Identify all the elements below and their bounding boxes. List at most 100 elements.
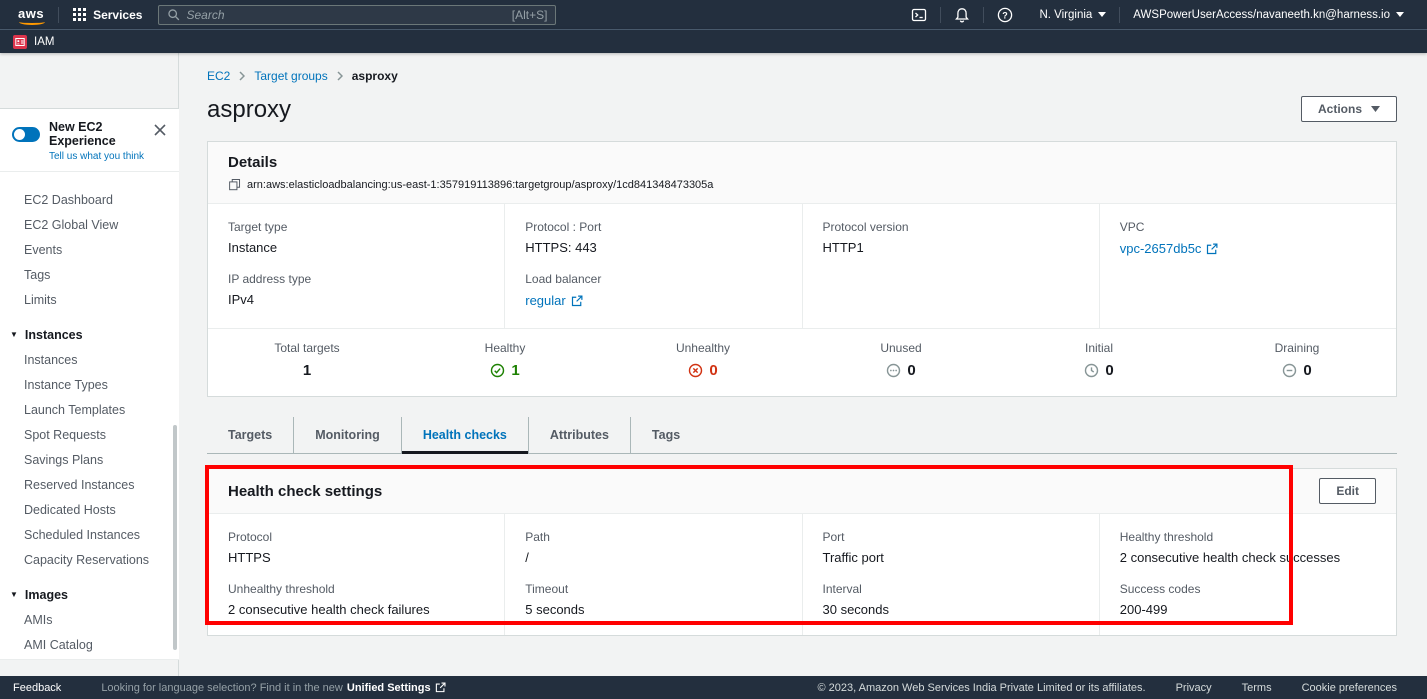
aws-logo[interactable]: aws <box>18 6 44 21</box>
new-experience-feedback-link[interactable]: Tell us what you think <box>49 151 167 162</box>
breadcrumb-target-groups[interactable]: Target groups <box>254 69 327 83</box>
account-label: AWSPowerUserAccess/navaneeth.kn@harness.… <box>1133 9 1390 21</box>
edit-button[interactable]: Edit <box>1319 478 1376 504</box>
notifications-bell-button[interactable] <box>941 0 983 29</box>
hc-unhealthy-threshold-value: 2 consecutive health check failures <box>228 602 484 617</box>
sidebar-item-amis[interactable]: AMIs <box>0 607 179 632</box>
initial-count: 0 <box>1105 362 1113 379</box>
details-title: Details <box>228 154 1376 171</box>
sidebar-item-tags[interactable]: Tags <box>0 262 179 287</box>
sidebar-item-reserved-instances[interactable]: Reserved Instances <box>0 472 179 497</box>
health-check-column: Path / Timeout 5 seconds <box>504 514 801 635</box>
details-grid: Target type Instance IP address type IPv… <box>208 204 1396 328</box>
unhealthy-count: 0 <box>709 362 717 379</box>
sidebar-section-instances[interactable]: ▼ Instances <box>0 323 179 347</box>
health-check-section: Health check settings Edit Protocol HTTP… <box>207 468 1397 636</box>
services-label: Services <box>93 8 142 22</box>
hc-protocol-value: HTTPS <box>228 550 484 565</box>
cookie-preferences-link[interactable]: Cookie preferences <box>1302 682 1397 694</box>
field-label: Healthy threshold <box>1120 530 1376 544</box>
hc-port-value: Traffic port <box>823 550 1079 565</box>
actions-button[interactable]: Actions <box>1301 96 1397 122</box>
triangle-down-icon: ▼ <box>10 331 18 339</box>
search-input[interactable]: Search [Alt+S] <box>158 5 556 25</box>
details-column: Target type Instance IP address type IPv… <box>208 204 504 328</box>
section-title: Images <box>25 588 68 602</box>
tab-tags[interactable]: Tags <box>630 417 701 453</box>
aws-smile-arc <box>19 19 45 25</box>
sidebar-nav-list: EC2 Dashboard EC2 Global View Events Tag… <box>0 172 179 660</box>
services-grid-icon <box>73 8 86 21</box>
sidebar-item-ec2-global-view[interactable]: EC2 Global View <box>0 212 179 237</box>
page-header: asproxy Actions <box>207 96 1397 124</box>
tab-health-checks[interactable]: Health checks <box>401 417 528 453</box>
account-menu[interactable]: AWSPowerUserAccess/navaneeth.kn@harness.… <box>1120 0 1417 29</box>
sidebar-panel: New EC2 Experience Tell us what you thin… <box>0 108 179 660</box>
stat-total-targets: Total targets 1 <box>208 341 406 379</box>
hc-path-value: / <box>525 550 781 565</box>
field-label: Timeout <box>525 582 781 596</box>
favorite-iam-link[interactable]: IAM <box>34 36 54 48</box>
load-balancer-link-text: regular <box>525 293 565 308</box>
feedback-link[interactable]: Feedback <box>13 682 61 694</box>
external-link-icon <box>571 295 583 307</box>
field-label: Unhealthy threshold <box>228 582 484 596</box>
hc-success-codes-value: 200-499 <box>1120 602 1376 617</box>
footer-bar: Feedback Looking for language selection?… <box>0 676 1427 699</box>
cloudshell-button[interactable] <box>898 0 940 29</box>
details-column: Protocol : Port HTTPS: 443 Load balancer… <box>504 204 801 328</box>
tab-targets[interactable]: Targets <box>207 417 293 453</box>
search-placeholder: Search <box>186 8 505 22</box>
stat-label: Healthy <box>485 341 526 355</box>
sidebar-item-capacity-reservations[interactable]: Capacity Reservations <box>0 547 179 572</box>
tab-monitoring[interactable]: Monitoring <box>293 417 401 453</box>
protocol-port-value: HTTPS: 443 <box>525 240 781 255</box>
ellipsis-circle-icon <box>886 363 901 378</box>
new-experience-banner: New EC2 Experience Tell us what you thin… <box>0 109 179 172</box>
sidebar-scrollbar[interactable] <box>173 425 177 650</box>
unified-settings-label: Unified Settings <box>347 682 431 694</box>
sidebar-item-spot-requests[interactable]: Spot Requests <box>0 422 179 447</box>
close-icon[interactable] <box>154 124 166 136</box>
sidebar-item-ami-catalog[interactable]: AMI Catalog <box>0 632 179 657</box>
terms-link[interactable]: Terms <box>1242 682 1272 694</box>
breadcrumb-ec2[interactable]: EC2 <box>207 69 230 83</box>
ip-address-type-value: IPv4 <box>228 292 484 307</box>
unified-settings-link[interactable]: Unified Settings <box>347 682 446 694</box>
new-experience-title: New EC2 Experience <box>49 120 167 148</box>
sidebar-item-instance-types[interactable]: Instance Types <box>0 372 179 397</box>
sidebar-item-launch-templates[interactable]: Launch Templates <box>0 397 179 422</box>
help-button[interactable]: ? <box>984 0 1026 29</box>
tab-attributes[interactable]: Attributes <box>528 417 630 453</box>
region-selector[interactable]: N. Virginia <box>1026 0 1119 29</box>
details-column: VPC vpc-2657db5c <box>1099 204 1396 328</box>
sidebar-item-ec2-dashboard[interactable]: EC2 Dashboard <box>0 187 179 212</box>
privacy-link[interactable]: Privacy <box>1176 682 1212 694</box>
new-experience-toggle[interactable] <box>12 127 40 142</box>
sidebar-item-savings-plans[interactable]: Savings Plans <box>0 447 179 472</box>
field-label: Path <box>525 530 781 544</box>
page-title: asproxy <box>207 96 291 124</box>
stat-value: 1 <box>303 362 311 379</box>
sidebar-item-instances[interactable]: Instances <box>0 347 179 372</box>
sidebar-item-dedicated-hosts[interactable]: Dedicated Hosts <box>0 497 179 522</box>
language-selection-text: Looking for language selection? Find it … <box>101 682 343 694</box>
details-card-header: Details arn:aws:elasticloadbalancing:us-… <box>208 142 1396 204</box>
health-check-card-header: Health check settings Edit <box>208 469 1396 514</box>
field-label: Protocol : Port <box>525 220 781 234</box>
clock-circle-icon <box>1084 363 1099 378</box>
stat-label: Unhealthy <box>676 341 730 355</box>
services-menu-button[interactable]: Services <box>59 0 156 29</box>
copy-icon[interactable] <box>228 178 241 191</box>
chevron-down-icon <box>1396 12 1404 17</box>
vpc-link[interactable]: vpc-2657db5c <box>1120 241 1219 256</box>
sidebar: New EC2 Experience Tell us what you thin… <box>0 53 179 676</box>
sidebar-item-events[interactable]: Events <box>0 237 179 262</box>
field-label: IP address type <box>228 272 484 286</box>
field-label: Interval <box>823 582 1079 596</box>
load-balancer-link[interactable]: regular <box>525 293 582 308</box>
content-area: EC2 Target groups asproxy asproxy Action… <box>179 53 1427 676</box>
sidebar-item-limits[interactable]: Limits <box>0 287 179 312</box>
sidebar-item-scheduled-instances[interactable]: Scheduled Instances <box>0 522 179 547</box>
sidebar-section-images[interactable]: ▼ Images <box>0 583 179 607</box>
